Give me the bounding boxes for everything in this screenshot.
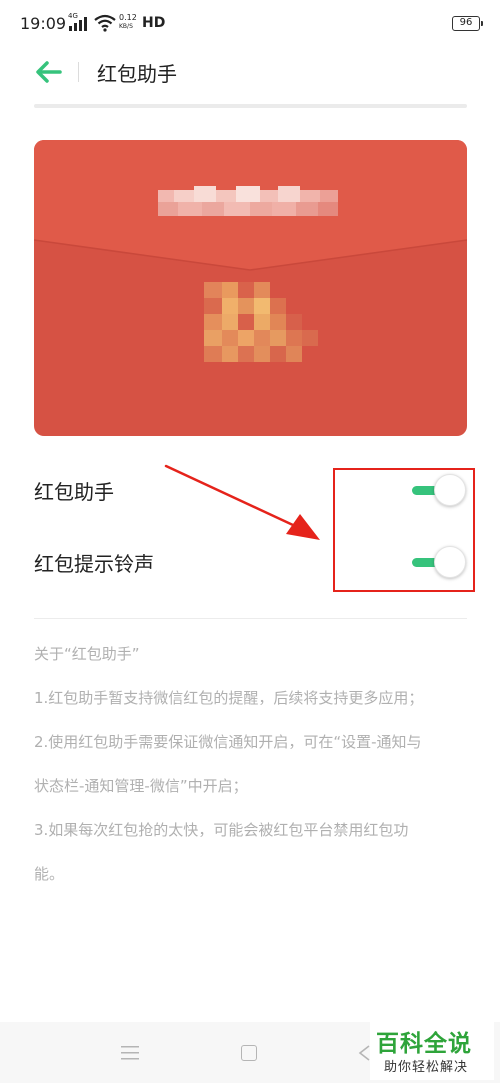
- home-icon[interactable]: [241, 1045, 257, 1061]
- wifi-icon: [94, 14, 116, 32]
- watermark-logo: 百科全说 助你轻松解决: [370, 1022, 494, 1080]
- blurred-logo: [204, 282, 318, 362]
- about-section: 关于“红包助手” 1.红包助手暂支持微信红包的提醒，后续将支持更多应用； 2.使…: [34, 635, 474, 893]
- annotation-arrow: [164, 464, 320, 540]
- nav-back-icon[interactable]: [357, 1044, 371, 1062]
- watermark-subtitle: 助你轻松解决: [384, 1060, 469, 1075]
- back-arrow-icon[interactable]: [34, 59, 62, 85]
- status-bar: 19:09 4G 0.12 KB/S HD 96: [0, 0, 500, 48]
- menu-icon[interactable]: [120, 1045, 140, 1061]
- setting-label: 红包提示铃声: [34, 552, 154, 576]
- hd-indicator: HD: [142, 15, 166, 31]
- watermark-title: 百科全说: [376, 1031, 472, 1057]
- about-line-3a: 3.如果每次红包抢的太快，可能会被红包平台禁用红包功: [34, 821, 409, 839]
- about-line-2a: 2.使用红包助手需要保证微信通知开启，可在“设置-通知与: [34, 733, 422, 751]
- setting-label: 红包助手: [34, 480, 114, 504]
- battery-icon: 96: [452, 16, 483, 31]
- content-divider: [34, 618, 467, 619]
- about-line-3b: 能。: [34, 865, 65, 883]
- signal-icon: [69, 17, 87, 31]
- title-bar: 红包助手: [0, 48, 500, 96]
- title-divider: [78, 62, 79, 82]
- network-speed: 0.12 KB/S: [119, 13, 137, 30]
- highlight-box: [333, 468, 475, 592]
- red-envelope-image: [34, 140, 467, 436]
- about-heading: 关于“红包助手”: [34, 645, 140, 663]
- page-title: 红包助手: [97, 62, 177, 86]
- status-time: 19:09: [20, 14, 67, 33]
- header-divider: [34, 104, 467, 108]
- blurred-sender-name: [158, 186, 338, 216]
- about-line-2b: 状态栏-通知管理-微信”中开启；: [34, 777, 248, 795]
- about-line-1: 1.红包助手暂支持微信红包的提醒，后续将支持更多应用；: [34, 689, 424, 707]
